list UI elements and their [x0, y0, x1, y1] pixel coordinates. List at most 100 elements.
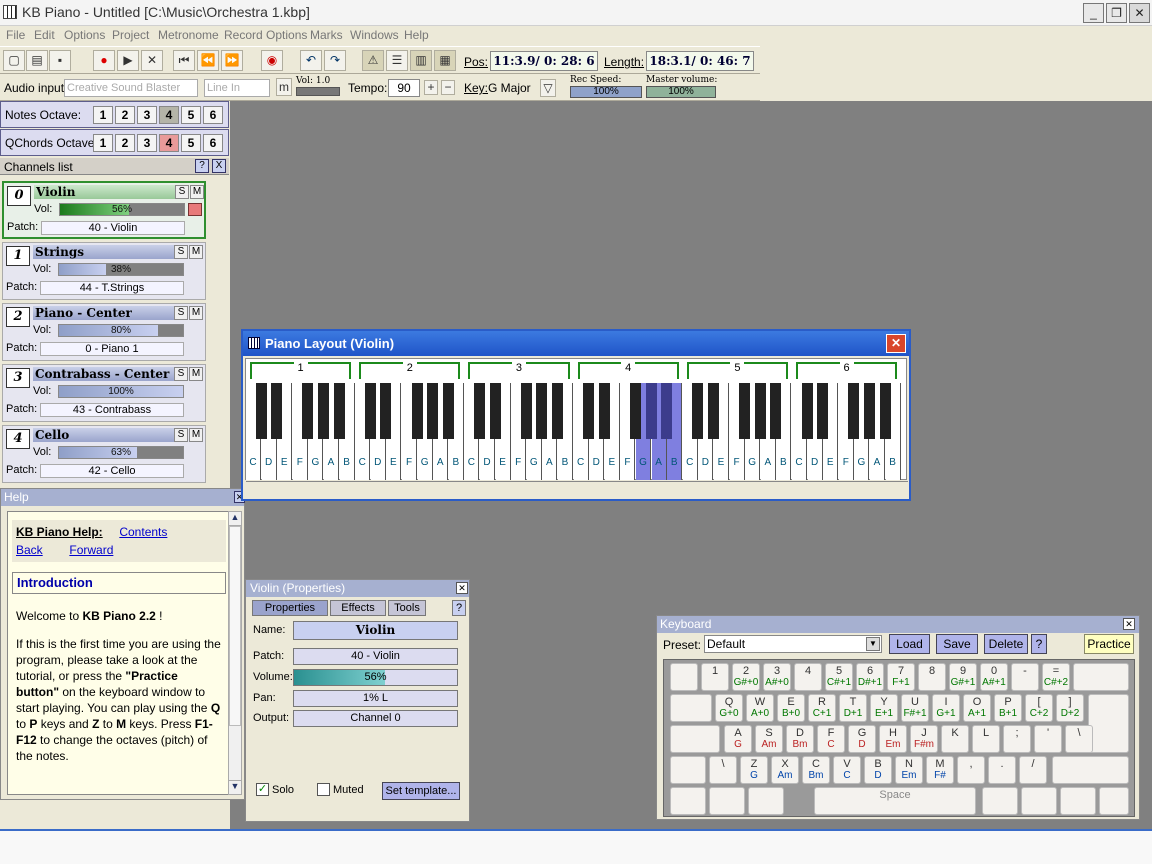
input-volume-slider[interactable]	[296, 87, 340, 96]
key-row2-6[interactable]: U F#+1	[901, 694, 929, 722]
rec-speed-slider[interactable]: 100%	[570, 86, 642, 98]
key-row4-6[interactable]: N Em	[895, 756, 923, 784]
menu-marks[interactable]: Marks	[310, 28, 343, 42]
channel-solo-button[interactable]: S	[175, 185, 189, 199]
key-row3-0[interactable]: AG	[724, 725, 752, 753]
key-row4-1[interactable]: ZG	[740, 756, 768, 784]
channel-name[interactable]: Violin	[34, 185, 176, 199]
key-row4-0[interactable]: \	[709, 756, 737, 784]
scroll-up-icon[interactable]: ▲	[229, 512, 241, 526]
key-row1-3[interactable]: 3 A#+0	[763, 663, 791, 691]
scroll-down-icon[interactable]: ▼	[229, 780, 241, 794]
menu-options[interactable]: Options	[64, 28, 105, 42]
key-row1-7[interactable]: 7 F+1	[887, 663, 915, 691]
help-contents-link[interactable]: Contents	[119, 525, 167, 539]
save-button[interactable]: Save	[936, 634, 978, 654]
key-enter[interactable]	[1088, 694, 1129, 753]
black-key[interactable]	[536, 383, 548, 439]
piano-view-icon[interactable]: ▥	[410, 50, 432, 71]
qchords-octave-1[interactable]: 1	[93, 134, 113, 152]
black-key[interactable]	[770, 383, 782, 439]
keyboard-view-icon[interactable]: ▦	[434, 50, 456, 71]
channel-patch-value[interactable]: 40 - Violin	[41, 221, 185, 235]
channel-1[interactable]: 1 Strings S M Vol: 38% Patch: 44 - T.Str…	[2, 242, 206, 300]
black-key[interactable]	[801, 383, 813, 439]
notes-octave-2[interactable]: 2	[115, 106, 135, 124]
key-caps-lock[interactable]	[670, 725, 720, 753]
black-key[interactable]	[333, 383, 345, 439]
key-modifier-1[interactable]	[709, 787, 745, 815]
play-icon[interactable]: ▶	[117, 50, 139, 71]
key-row4-8[interactable]: ,	[957, 756, 985, 784]
notes-octave-1[interactable]: 1	[93, 106, 113, 124]
notes-octave-3[interactable]: 3	[137, 106, 157, 124]
key-tab[interactable]	[670, 694, 712, 722]
channel-2[interactable]: 2 Piano - Center S M Vol: 80% Patch: 0 -…	[2, 303, 206, 361]
notes-octave-5[interactable]: 5	[181, 106, 201, 124]
audio-line-select[interactable]: Line In	[204, 79, 270, 97]
key-row3-1[interactable]: S Am	[755, 725, 783, 753]
audio-device-select[interactable]: Creative Sound Blaster	[64, 79, 198, 97]
black-key[interactable]	[583, 383, 595, 439]
black-key[interactable]	[864, 383, 875, 439]
channels-help-button[interactable]: ?	[195, 159, 209, 173]
channel-solo-button[interactable]: S	[174, 367, 188, 381]
patch-field[interactable]: 40 - Violin	[293, 648, 458, 665]
new-file-icon[interactable]: ▢	[3, 50, 25, 71]
key-modifier-3[interactable]	[982, 787, 1018, 815]
key-right-shift[interactable]	[1052, 756, 1129, 784]
key-row4-7[interactable]: M F#	[926, 756, 954, 784]
key-row1-6[interactable]: 6 D#+1	[856, 663, 884, 691]
qchords-octave-6[interactable]: 6	[203, 134, 223, 152]
key-row2-3[interactable]: R C+1	[808, 694, 836, 722]
keyboard-help-button[interactable]: ?	[1031, 634, 1047, 654]
key-row3-9[interactable]: ;	[1003, 725, 1031, 753]
key-row2-5[interactable]: Y E+1	[870, 694, 898, 722]
menu-windows[interactable]: Windows	[350, 28, 399, 42]
black-key[interactable]	[708, 383, 719, 439]
rewind-icon[interactable]: ⏪	[197, 50, 219, 71]
channel-solo-button[interactable]: S	[174, 306, 188, 320]
channel-volume-slider[interactable]: 63%	[58, 446, 184, 459]
minimize-button[interactable]: _	[1083, 3, 1104, 23]
muted-checkbox[interactable]	[317, 783, 330, 796]
key-backspace[interactable]	[1073, 663, 1129, 691]
key-row4-3[interactable]: C Bm	[802, 756, 830, 784]
properties-help-button[interactable]: ?	[452, 600, 466, 616]
qchords-octave-2[interactable]: 2	[115, 134, 135, 152]
qchords-octave-4[interactable]: 4	[159, 134, 179, 152]
menu-file[interactable]: File	[6, 28, 25, 42]
black-key[interactable]	[552, 383, 563, 439]
metronome-toggle-icon[interactable]: ⚠	[362, 50, 384, 71]
channel-3[interactable]: 3 Contrabass - Center S M Vol: 100% Patc…	[2, 364, 206, 422]
key-row1-12[interactable]: = C#+2	[1042, 663, 1070, 691]
key-row4-2[interactable]: X Am	[771, 756, 799, 784]
open-folder-icon[interactable]: ▤	[26, 50, 48, 71]
record-icon[interactable]: ●	[93, 50, 115, 71]
help-scrollbar[interactable]: ▲ ▼	[228, 511, 242, 795]
delete-button[interactable]: Delete	[984, 634, 1028, 654]
channel-solo-button[interactable]: S	[174, 245, 188, 259]
key-row3-2[interactable]: D Bm	[786, 725, 814, 753]
preset-select[interactable]: Default	[704, 635, 882, 653]
key-row1-0[interactable]	[670, 663, 698, 691]
black-key[interactable]	[427, 383, 439, 439]
key-row3-6[interactable]: J F#m	[910, 725, 938, 753]
close-button[interactable]: ✕	[1129, 3, 1150, 23]
black-key[interactable]	[255, 383, 267, 439]
volume-slider[interactable]: 56%	[293, 669, 458, 686]
black-key[interactable]	[848, 383, 860, 439]
black-key[interactable]	[645, 383, 657, 439]
channel-volume-slider[interactable]: 56%	[59, 203, 185, 216]
black-key[interactable]	[380, 383, 392, 439]
black-key[interactable]	[442, 383, 454, 439]
black-key[interactable]	[879, 383, 891, 439]
help-forward-link[interactable]: Forward	[69, 543, 113, 557]
pan-slider[interactable]: 1% L	[293, 690, 458, 707]
notes-octave-4[interactable]: 4	[159, 106, 179, 124]
stop-icon[interactable]: ✕	[141, 50, 163, 71]
properties-close-button[interactable]: ✕	[456, 582, 468, 594]
black-key[interactable]	[411, 383, 423, 439]
restore-button[interactable]: ❐	[1106, 3, 1127, 23]
key-row2-11[interactable]: ] D+2	[1056, 694, 1084, 722]
